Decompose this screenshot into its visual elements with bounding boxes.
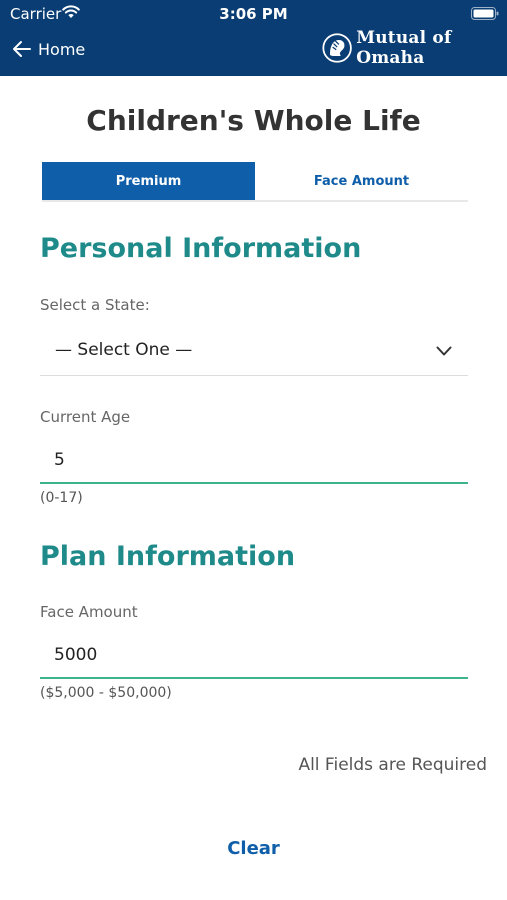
plan-info-heading: Plan Information [40, 541, 296, 572]
state-select-value: — Select One — [55, 340, 193, 360]
face-amount-range-hint: ($5,000 - $50,000) [40, 685, 172, 701]
mode-tabs: Premium Face Amount [42, 162, 468, 202]
page-title: Children's Whole Life [86, 104, 421, 137]
arrow-left-icon [13, 41, 31, 57]
age-label: Current Age [40, 408, 131, 426]
clear-button[interactable]: Clear [0, 838, 507, 859]
face-amount-input[interactable] [40, 635, 468, 675]
chevron-down-icon [436, 346, 452, 356]
age-input[interactable] [40, 440, 468, 480]
clock-time: 3:06 PM [219, 5, 288, 23]
tab-face-amount[interactable]: Face Amount [255, 162, 468, 200]
age-field [40, 440, 468, 484]
face-amount-field [40, 635, 468, 679]
required-fields-note: All Fields are Required [298, 755, 487, 775]
tab-premium[interactable]: Premium [42, 162, 255, 200]
battery-icon [471, 7, 499, 20]
back-label: Home [38, 39, 86, 59]
lion-logo-icon [322, 33, 352, 63]
face-amount-label: Face Amount [40, 603, 138, 621]
brand-wordmark: Mutual of Omaha [356, 28, 452, 68]
app-header: Carrier 3:06 PM Home Mutual of Omaha [0, 0, 507, 76]
age-range-hint: (0-17) [40, 490, 83, 506]
state-select[interactable]: — Select One — [40, 330, 468, 376]
state-label: Select a State: [40, 296, 150, 314]
brand-logo: Mutual of Omaha [322, 28, 507, 68]
personal-info-heading: Personal Information [40, 233, 362, 264]
back-button[interactable]: Home [12, 38, 85, 60]
